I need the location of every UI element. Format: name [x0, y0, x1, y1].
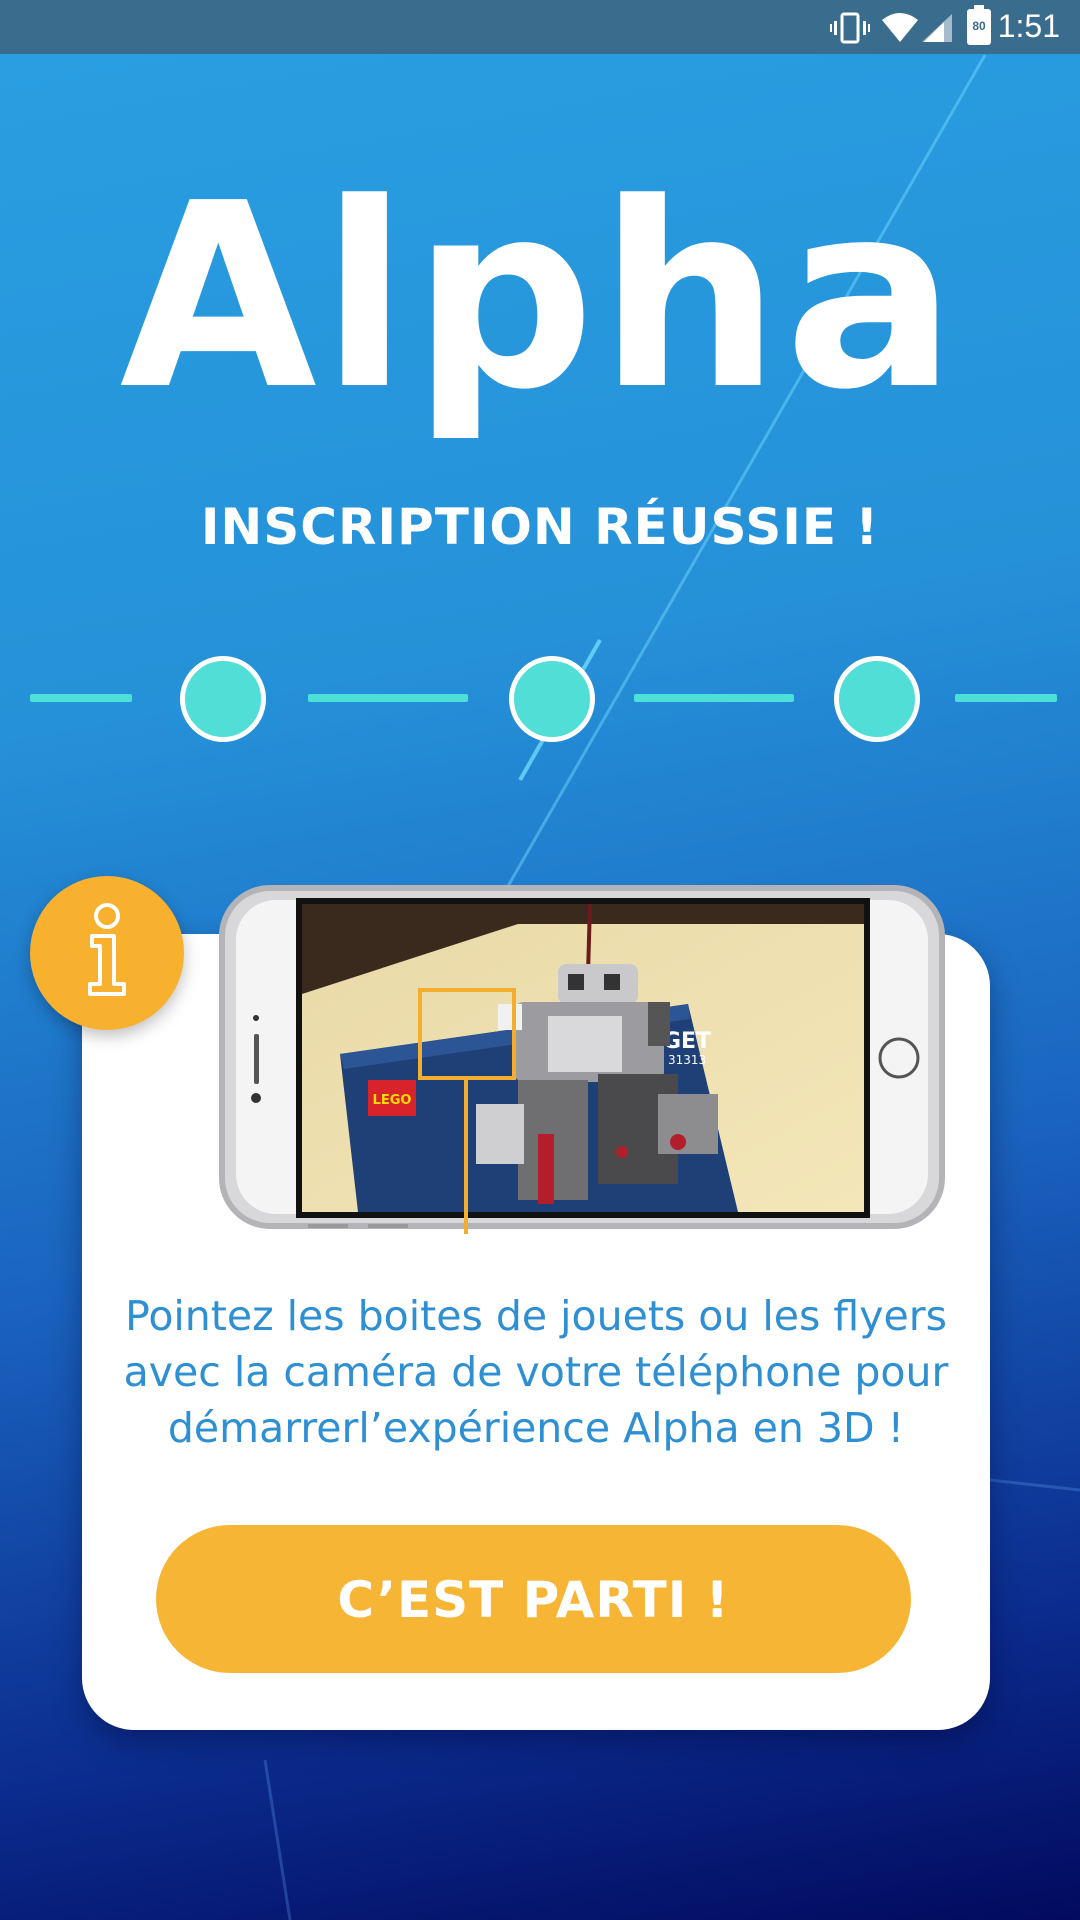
- description-line: Pointez les boites de jouets ou les flye…: [125, 1292, 947, 1340]
- status-time: 1:51: [997, 8, 1060, 44]
- cell-signal-icon: [922, 14, 952, 42]
- info-badge: [30, 876, 184, 1030]
- wifi-icon: [882, 13, 918, 42]
- card-description: Pointez les boites de jouets ou les flye…: [82, 1288, 990, 1456]
- app-logo: Alpha: [0, 149, 1080, 446]
- logo-text: Alpha: [120, 170, 961, 440]
- svg-text:31313: 31313: [668, 1053, 706, 1067]
- stepper-line: [634, 694, 794, 702]
- battery-icon: 80: [967, 5, 991, 45]
- page-title: INSCRIPTION RÉUSSIE !: [200, 498, 880, 556]
- start-button[interactable]: C’EST PARTI !: [156, 1525, 911, 1673]
- vibrate-icon: [830, 12, 870, 44]
- step-2-dot: [509, 656, 595, 742]
- stepper-line: [30, 694, 132, 702]
- description-line: avec la caméra de votre téléphone pour: [123, 1348, 949, 1396]
- step-1-dot: [180, 656, 266, 742]
- stepper-line: [955, 694, 1057, 702]
- svg-text:LEGO: LEGO: [373, 1093, 412, 1108]
- description-line: démarrerl’expérience Alpha en 3D !: [167, 1404, 905, 1452]
- status-bar: 80 1:51: [0, 0, 1080, 54]
- battery-level: 80: [972, 19, 986, 33]
- phone-ar-robot-illustration: LEGO RGET 31313: [219, 885, 945, 1234]
- info-icon: [88, 903, 126, 996]
- step-3-dot: [834, 656, 920, 742]
- stepper-line: [308, 694, 468, 702]
